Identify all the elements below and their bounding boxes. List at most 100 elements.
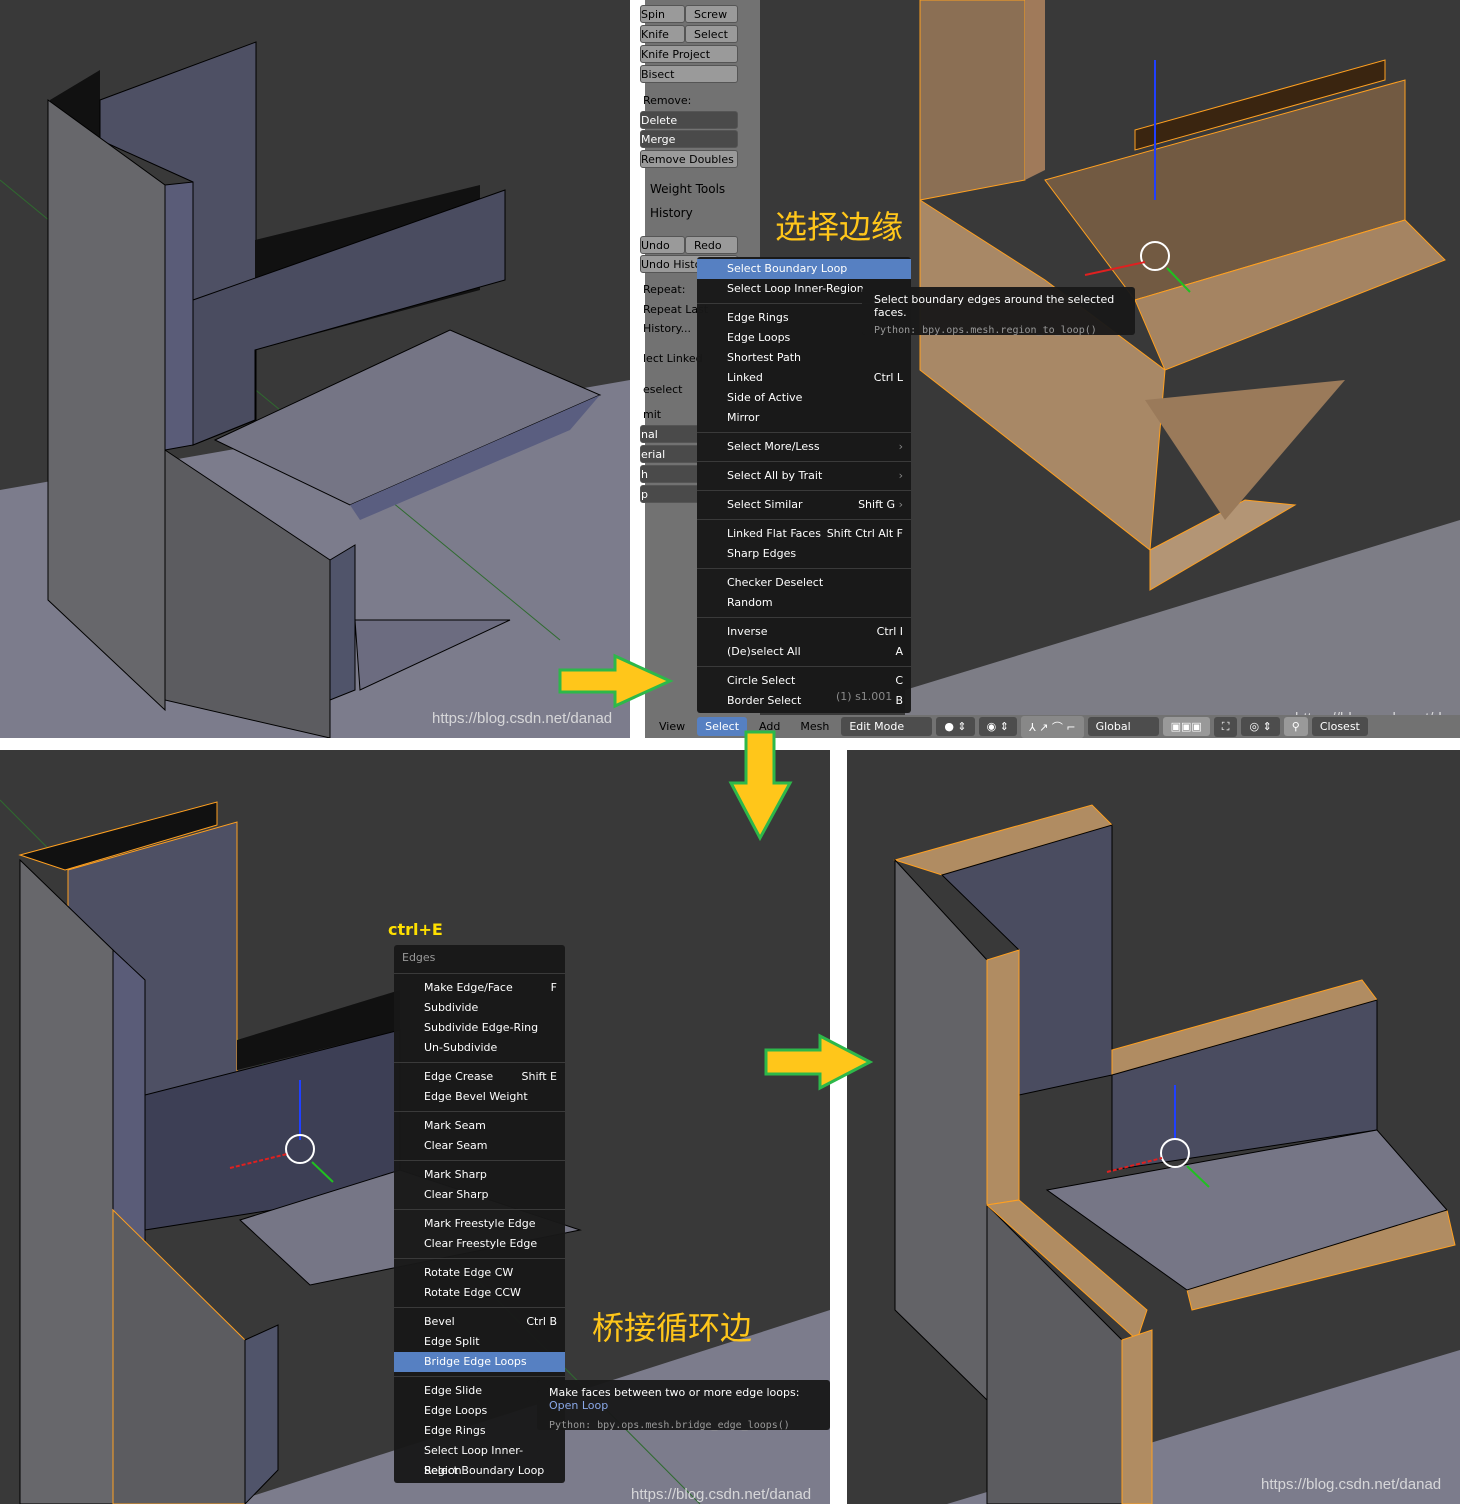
undo-button[interactable]: Undo — [640, 236, 685, 254]
menu-item-edge-bevel-weight[interactable]: Edge Bevel Weight — [394, 1087, 565, 1107]
menu-item-label: Clear Seam — [424, 1139, 488, 1152]
menu-item-bridge-edge-loops[interactable]: Bridge Edge Loops — [394, 1352, 565, 1372]
delete-dropdown[interactable]: Delete — [640, 111, 738, 129]
menu-item-label: Linked — [727, 371, 763, 384]
menu-item-select-more-less[interactable]: Select More/Less › — [697, 437, 911, 457]
menu-item-mark-freestyle-edge[interactable]: Mark Freestyle Edge — [394, 1214, 565, 1234]
screw-button[interactable]: Screw — [685, 5, 738, 23]
merge-dropdown[interactable]: Merge — [640, 130, 738, 148]
menu-item-side-of-active[interactable]: Side of Active — [697, 388, 911, 408]
menu-separator — [697, 666, 911, 667]
pivot-dropdown[interactable]: ◉ ⇕ — [978, 717, 1017, 736]
spin-button[interactable]: Spin — [640, 5, 685, 23]
menu-item-label: Bevel — [424, 1315, 455, 1328]
orientation-dropdown[interactable]: Global — [1087, 717, 1159, 736]
menu-item-label: Side of Active — [727, 391, 803, 404]
menu-item-subdivide-edge-ring[interactable]: Subdivide Edge-Ring — [394, 1018, 565, 1038]
bridge-tooltip: Make faces between two or more edge loop… — [537, 1380, 830, 1431]
menu-item-shortcut: › — [899, 466, 903, 486]
menu-item-rotate-edge-ccw[interactable]: Rotate Edge CCW — [394, 1283, 565, 1303]
snap-toggle[interactable]: ⚲ — [1283, 717, 1308, 736]
menu-item-clear-sharp[interactable]: Clear Sharp — [394, 1185, 565, 1205]
select-mode-icons[interactable]: ▣▣▣ — [1162, 717, 1210, 736]
menu-item-select-boundary-loop[interactable]: Select Boundary Loop — [697, 259, 911, 279]
menu-item-label: Rotate Edge CCW — [424, 1286, 521, 1299]
weight-tools-panel[interactable]: Weight Tools — [650, 182, 725, 196]
limit-selection-icon[interactable]: ⛶ — [1213, 716, 1238, 737]
menu-item-mark-seam[interactable]: Mark Seam — [394, 1116, 565, 1136]
menu-item-edge-crease[interactable]: Edge Crease Shift E — [394, 1067, 565, 1087]
arrow-right-icon — [558, 653, 674, 709]
mode-dropdown[interactable]: Edit Mode — [841, 717, 933, 736]
menu-item-select-similar[interactable]: Select Similar Shift G › — [697, 495, 911, 515]
menu-item-make-edge-face[interactable]: Make Edge/Face F — [394, 978, 565, 998]
menu-item-shortcut: Ctrl L — [873, 371, 903, 384]
submenu-arrow-icon: › — [898, 440, 903, 453]
proportional-edit-icon[interactable]: ◎ ⇕ — [1241, 717, 1280, 736]
menu-item-subdivide[interactable]: Subdivide — [394, 998, 565, 1018]
menu-item-label: Mirror — [727, 411, 760, 424]
menu-item-mark-sharp[interactable]: Mark Sharp — [394, 1165, 565, 1185]
shading-dropdown[interactable]: ● ⇕ — [936, 717, 975, 736]
menu-item-de-select-all[interactable]: (De)select All A — [697, 642, 911, 662]
material-button[interactable]: erial — [640, 445, 700, 463]
menu-item-label: Subdivide — [424, 1001, 479, 1014]
menu-item-label: Edge Slide — [424, 1384, 483, 1397]
knife-button[interactable]: Knife — [640, 25, 685, 43]
menu-item-label: Inverse — [727, 625, 768, 638]
manipulator-icons[interactable]: ⅄ ↗ ⌒ ⌐ — [1020, 715, 1084, 738]
menu-separator — [697, 490, 911, 491]
menu-item-label: Select Similar — [727, 498, 803, 511]
arrow-right-icon-2 — [764, 1033, 874, 1091]
menu-item-select-loop-inner-region[interactable]: Select Loop Inner-Region — [394, 1441, 565, 1477]
menu-item-clear-seam[interactable]: Clear Seam — [394, 1136, 565, 1156]
menu-separator — [697, 432, 911, 433]
menu-item-edge-split[interactable]: Edge Split — [394, 1332, 565, 1352]
annotation-select-edges: 选择边缘 — [775, 208, 904, 246]
normal-button[interactable]: nal — [640, 425, 700, 443]
menu-item-circle-select[interactable]: Circle Select C — [697, 671, 911, 691]
watermark-4: https://blog.csdn.net/danad — [1261, 1476, 1442, 1493]
viewport-initial[interactable]: https://blog.csdn.net/danad — [0, 0, 630, 738]
menu-item-shortcut: › — [899, 437, 903, 457]
menu-item-select-all-by-trait[interactable]: Select All by Trait › — [697, 466, 911, 486]
menu-item-label: (De)select All — [727, 645, 801, 658]
menu-item-bevel[interactable]: Bevel Ctrl B — [394, 1312, 565, 1332]
history-button[interactable]: History... — [643, 322, 691, 335]
menu-item-label: Select Loop Inner-Region — [424, 1444, 524, 1477]
snap-target-dropdown[interactable]: Closest — [1311, 717, 1368, 736]
menu-item-label: Edge Crease — [424, 1070, 494, 1083]
redo-button[interactable]: Redo — [685, 236, 738, 254]
menu-item-mirror[interactable]: Mirror — [697, 408, 911, 428]
menu-item-linked-flat-faces[interactable]: Linked Flat Faces Shift Ctrl Alt F — [697, 524, 911, 544]
mesh-menu[interactable]: Mesh — [792, 717, 837, 736]
tooltip-python: Python: bpy.ops.mesh.region_to_loop() — [874, 325, 1097, 336]
menu-item-shortest-path[interactable]: Shortest Path — [697, 348, 911, 368]
knife-select-button[interactable]: Select — [685, 25, 738, 43]
menu-item-inverse[interactable]: Inverse Ctrl I — [697, 622, 911, 642]
menu-item-label: Select Loop Inner-Region — [727, 282, 864, 295]
menu-item-sharp-edges[interactable]: Sharp Edges — [697, 544, 911, 564]
menu-item-checker-deselect[interactable]: Checker Deselect — [697, 573, 911, 593]
menu-item-label: Linked Flat Faces — [727, 527, 821, 540]
menu-item-label: Edge Loops — [424, 1404, 488, 1417]
menu-item-select-boundary-loop[interactable]: Select Boundary Loop — [394, 1461, 565, 1481]
watermark: https://blog.csdn.net/danad — [432, 710, 613, 727]
menu-item-clear-freestyle-edge[interactable]: Clear Freestyle Edge — [394, 1234, 565, 1254]
annotation-bridge: 桥接循环边 — [592, 1309, 753, 1347]
bisect-button[interactable]: Bisect — [640, 65, 738, 83]
menu-item-random[interactable]: Random — [697, 593, 911, 613]
select-linked-label: lect Linked — [643, 352, 703, 365]
menu-item-un-subdivide[interactable]: Un-Subdivide — [394, 1038, 565, 1058]
menu-separator — [394, 1209, 565, 1210]
history-panel[interactable]: History — [650, 206, 693, 220]
menu-item-linked[interactable]: Linked Ctrl L — [697, 368, 911, 388]
viewport-result[interactable]: https://blog.csdn.net/danad — [847, 750, 1460, 1504]
view-menu[interactable]: View — [651, 717, 693, 736]
menu-item-rotate-edge-cw[interactable]: Rotate Edge CW — [394, 1263, 565, 1283]
knife-project-button[interactable]: Knife Project — [640, 45, 738, 63]
remove-doubles-button[interactable]: Remove Doubles — [640, 150, 738, 168]
uv-button[interactable]: p — [640, 485, 700, 503]
menu-item-label: Border Select — [727, 694, 802, 707]
seam-button[interactable]: h — [640, 465, 700, 483]
